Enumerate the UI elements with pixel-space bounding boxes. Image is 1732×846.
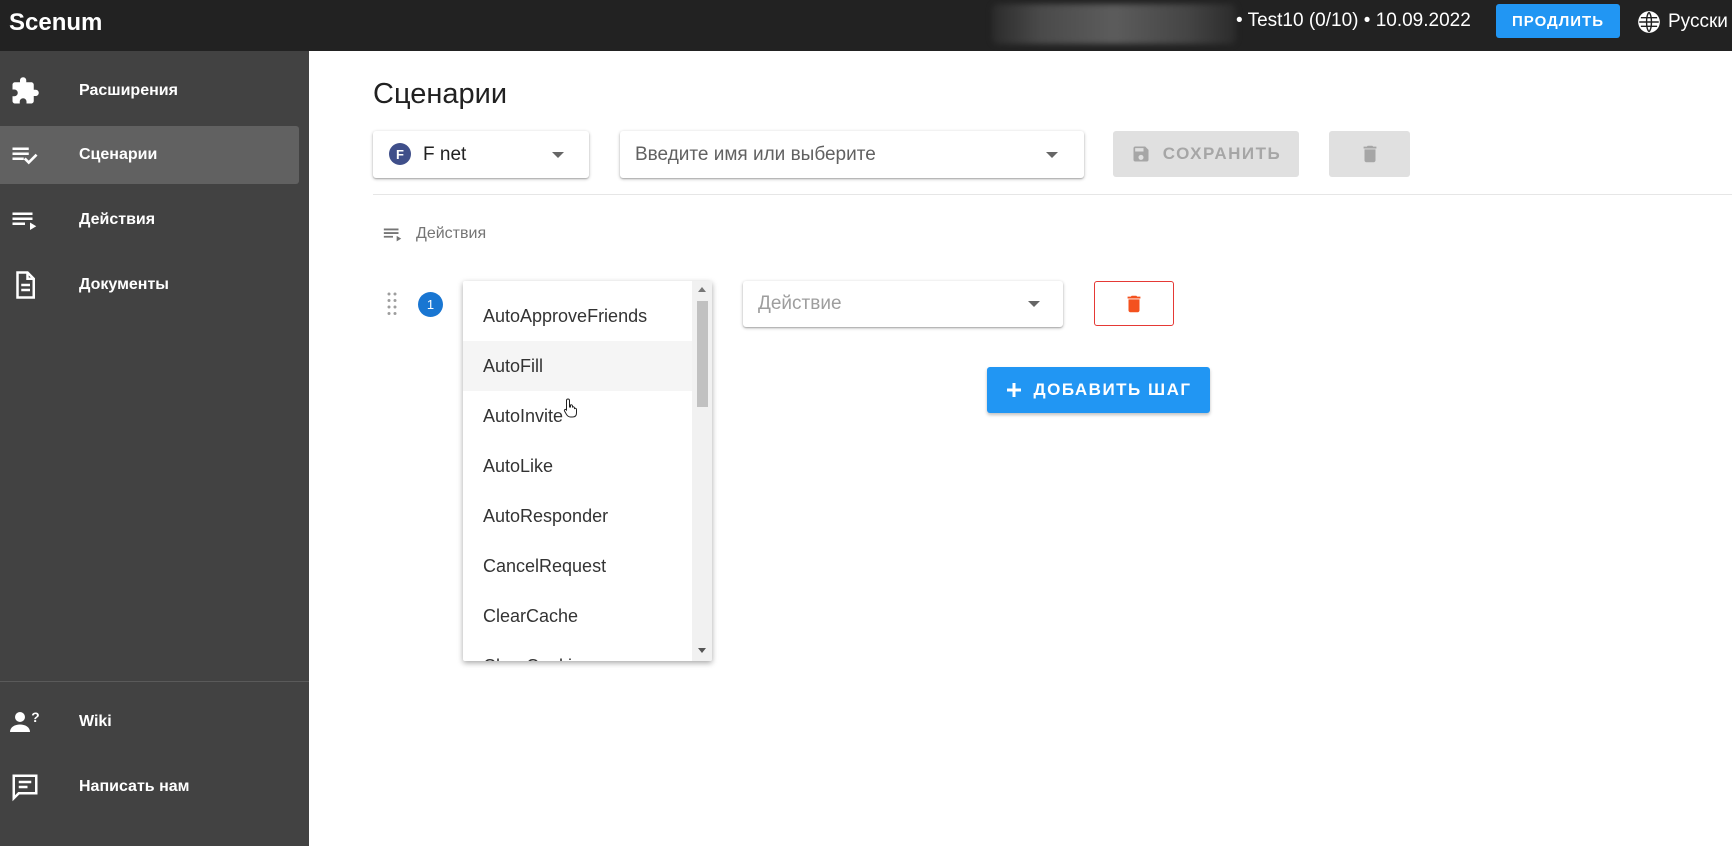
- account-avatar: F: [389, 143, 411, 165]
- sidebar-item-label: Сценарии: [79, 146, 158, 163]
- chevron-down-icon: [552, 152, 564, 158]
- add-step-button[interactable]: ДОБАВИТЬ ШАГ: [987, 367, 1210, 413]
- action-select-placeholder: Действие: [758, 293, 842, 314]
- delete-scenario-button[interactable]: [1329, 131, 1410, 177]
- message-icon: [10, 772, 40, 802]
- top-bar: Scenum • Test10 (0/10) • 10.09.2022 ПРОД…: [0, 0, 1732, 51]
- sidebar-item-scenarios[interactable]: Сценарии: [0, 126, 299, 184]
- account-select-value: F net: [423, 143, 467, 165]
- hand-cursor-icon: [563, 398, 579, 423]
- sidebar-item-label: Действия: [79, 211, 156, 228]
- sidebar-item-extensions[interactable]: Расширения: [0, 62, 299, 120]
- actions-header: Действия: [380, 223, 486, 245]
- scenario-select[interactable]: Введите имя или выберите: [620, 131, 1084, 178]
- trash-icon: [1363, 145, 1376, 163]
- sidebar-item-wiki[interactable]: ? Wiki: [0, 693, 299, 751]
- account-info: • Test10 (0/10) • 10.09.2022: [1236, 10, 1471, 31]
- dropdown-option[interactable]: AutoFill: [463, 341, 693, 391]
- puzzle-icon: [10, 76, 40, 106]
- step-number-badge: 1: [418, 292, 443, 317]
- save-label: СОХРАНИТЬ: [1162, 144, 1282, 163]
- playlist-play-icon: [383, 228, 402, 242]
- scroll-up-arrow-icon[interactable]: [698, 287, 706, 292]
- dropdown-option[interactable]: CancelRequest: [463, 541, 693, 591]
- save-button[interactable]: СОХРАНИТЬ: [1113, 131, 1299, 177]
- floppy-icon: [1133, 146, 1149, 162]
- sidebar-divider: [0, 681, 309, 682]
- dropdown-option[interactable]: ClearCookies: [463, 641, 693, 662]
- account-email-blurred: [992, 4, 1236, 44]
- trash-icon: [1127, 295, 1141, 312]
- page-title: Сценарии: [373, 78, 508, 110]
- action-select[interactable]: Действие: [743, 281, 1063, 327]
- drag-handle-icon[interactable]: [386, 291, 398, 317]
- sidebar-item-actions[interactable]: Действия: [0, 191, 299, 249]
- language-selector[interactable]: Русски: [1636, 8, 1728, 36]
- svg-text:?: ?: [31, 710, 39, 725]
- person-question-icon: ?: [10, 707, 40, 737]
- playlist-check-icon: [10, 140, 40, 170]
- plus-icon: [1007, 383, 1022, 397]
- chevron-down-icon: [1046, 152, 1058, 158]
- actions-label: Действия: [416, 225, 487, 242]
- dropdown-scrollbar[interactable]: [692, 281, 712, 661]
- sidebar-item-contact[interactable]: Написать нам: [0, 758, 299, 816]
- globe-icon: [1638, 11, 1660, 33]
- sidebar: Расширения Сценарии Действия Документы ?…: [0, 51, 309, 846]
- plugin-dropdown[interactable]: AutoApproveFriends AutoFill AutoInvite A…: [463, 281, 712, 661]
- dropdown-option[interactable]: AutoLike: [463, 441, 693, 491]
- account-select[interactable]: F F net: [373, 131, 589, 178]
- sidebar-item-documents[interactable]: Документы: [0, 256, 299, 314]
- scenario-select-placeholder: Введите имя или выберите: [635, 143, 876, 165]
- dropdown-option[interactable]: AutoResponder: [463, 491, 693, 541]
- chevron-down-icon: [1028, 301, 1040, 307]
- extend-subscription-button[interactable]: ПРОДЛИТЬ: [1496, 4, 1620, 38]
- app-logo[interactable]: Scenum: [9, 9, 102, 37]
- playlist-play-icon: [10, 205, 40, 235]
- content-divider: [373, 194, 1732, 195]
- sidebar-item-label: Написать нам: [79, 778, 190, 795]
- language-label: Русски: [1668, 11, 1728, 32]
- dropdown-option[interactable]: ClearCache: [463, 591, 693, 641]
- document-icon: [10, 270, 40, 300]
- add-step-label: ДОБАВИТЬ ШАГ: [1033, 380, 1192, 399]
- scrollbar-thumb[interactable]: [697, 301, 708, 407]
- sidebar-item-label: Документы: [79, 276, 169, 293]
- scroll-down-arrow-icon[interactable]: [698, 648, 706, 653]
- delete-step-button[interactable]: [1094, 281, 1174, 326]
- sidebar-item-label: Wiki: [79, 713, 112, 730]
- sidebar-item-label: Расширения: [79, 82, 178, 99]
- dropdown-option[interactable]: AutoApproveFriends: [463, 291, 693, 341]
